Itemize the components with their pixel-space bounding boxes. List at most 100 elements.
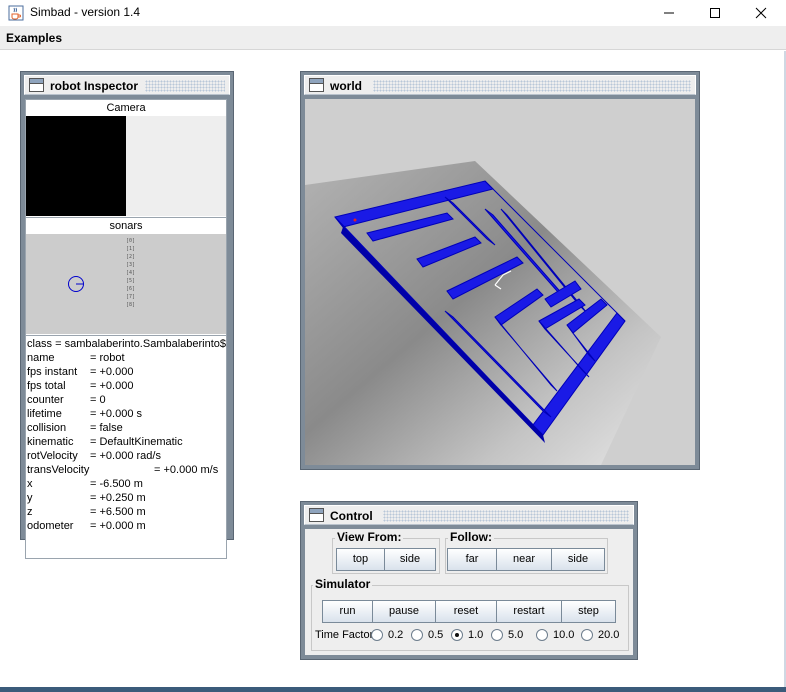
titlebar-grip (373, 80, 691, 92)
property-row: odometer = +0.000 m (26, 519, 226, 533)
sonar-channel-label: [3] (126, 262, 136, 268)
sonar-channel-label: [5] (126, 278, 136, 284)
step-button[interactable]: step (561, 600, 616, 623)
frame-icon (309, 508, 324, 522)
property-value: = +0.000 rad/s (90, 450, 161, 462)
close-icon (755, 7, 767, 19)
property-key: counter (27, 394, 64, 406)
robot-inspector-titlebar[interactable]: robot Inspector (24, 75, 230, 95)
time-factor-radio[interactable] (371, 629, 383, 641)
pause-button[interactable]: pause (372, 600, 436, 623)
menu-examples[interactable]: Examples (6, 31, 62, 45)
property-value: = +0.000 m/s (154, 464, 219, 476)
follow-side-button[interactable]: side (551, 548, 605, 571)
time-factor-label: Time Factor (315, 629, 374, 641)
property-value: = +0.000 (90, 380, 134, 392)
view-top-button[interactable]: top (336, 548, 385, 571)
property-value: = +0.250 m (90, 492, 146, 504)
close-button[interactable] (738, 0, 784, 26)
world-frame[interactable]: world (300, 71, 700, 470)
property-key: y (27, 492, 33, 504)
sonars-view: [0] [1] [2] [3] [4] [5] [6] [7] [8] (26, 234, 226, 334)
window-title: Simbad - version 1.4 (30, 5, 141, 19)
time-factor-radio[interactable] (411, 629, 423, 641)
property-key: transVelocity (27, 464, 90, 476)
world-3d-view[interactable] (305, 99, 695, 465)
reset-button[interactable]: reset (435, 600, 497, 623)
property-key: collision (27, 422, 67, 434)
property-key: fps instant (27, 366, 78, 378)
maximize-button[interactable] (692, 0, 738, 26)
sonar-channel-label: [0] (126, 238, 136, 244)
follow-near-button[interactable]: near (496, 548, 552, 571)
property-key: lifetime (27, 408, 62, 420)
time-factor-value: 10.0 (553, 629, 575, 641)
sonar-channel-label: [7] (126, 294, 136, 300)
time-factor-value: 1.0 (468, 629, 484, 641)
property-value: = false (90, 422, 123, 434)
view-from-label: View From: (335, 530, 404, 544)
property-value: = 0 (90, 394, 106, 406)
window-titlebar: Simbad - version 1.4 (0, 0, 786, 26)
property-key: x (27, 478, 33, 490)
robot-inspector-frame[interactable]: robot Inspector Camera sonars [0] [1] [2][… (20, 71, 234, 559)
property-row: x = -6.500 m (26, 477, 226, 491)
property-row: transVelocity = +0.000 m/s (26, 463, 226, 477)
robot-properties: class = sambalaberinto.Sambalaberinto$R n… (26, 337, 226, 533)
sonar-channel-list: [0] [1] [2] [3] [4] [5] [6] [7] [8] (126, 237, 135, 309)
control-titlebar[interactable]: Control (304, 505, 634, 525)
property-row: kinematic = DefaultKinematic (26, 435, 226, 449)
sonar-channel-label: [8] (126, 302, 136, 308)
property-value: = +0.000 m (90, 520, 146, 532)
property-key: name (27, 352, 55, 364)
time-factor-value: 0.2 (388, 629, 404, 641)
sonar-channel-label: [4] (126, 270, 136, 276)
robot-inspector-title: robot Inspector (50, 79, 139, 93)
property-key: kinematic (27, 436, 74, 448)
camera-side-panel (126, 116, 226, 216)
sonar-channel-label: [2] (126, 254, 136, 260)
java-cup-icon (8, 5, 24, 21)
time-factor-value: 0.5 (428, 629, 444, 641)
camera-label: Camera (26, 100, 226, 116)
property-row: lifetime = +0.000 s (26, 407, 226, 421)
property-row: collision = false (26, 421, 226, 435)
sonar-channel-label: [1] (126, 246, 136, 252)
time-factor-radio[interactable] (581, 629, 593, 641)
time-factor-radio[interactable] (491, 629, 503, 641)
property-key: z (27, 506, 33, 518)
time-factor-radio[interactable] (451, 629, 463, 641)
maze-scene (305, 99, 695, 465)
minimize-icon (664, 12, 674, 14)
frame-icon (309, 78, 324, 92)
property-value: = robot (90, 352, 125, 364)
property-row: y = +0.250 m (26, 491, 226, 505)
frame-icon (29, 78, 44, 92)
property-key: class = sambalaberinto.Sambalaberinto$R (27, 338, 226, 350)
simulator-label: Simulator (313, 577, 373, 591)
property-value: = DefaultKinematic (90, 436, 183, 448)
menu-bar: Examples (0, 26, 786, 50)
follow-label: Follow: (448, 530, 494, 544)
minimize-button[interactable] (646, 0, 692, 26)
property-value: = +6.500 m (90, 506, 146, 518)
property-row: z = +6.500 m (26, 505, 226, 519)
sonars-label: sonars (26, 218, 226, 234)
property-row: counter = 0 (26, 393, 226, 407)
world-titlebar[interactable]: world (304, 75, 696, 95)
control-frame[interactable]: Control View From: top side Follow: far … (300, 501, 638, 660)
view-side-button[interactable]: side (384, 548, 436, 571)
property-key: odometer (27, 520, 74, 532)
control-title: Control (330, 509, 373, 523)
world-title: world (330, 79, 362, 93)
time-factor-value: 5.0 (508, 629, 524, 641)
restart-button[interactable]: restart (496, 600, 562, 623)
start-marker (353, 218, 357, 222)
property-key: fps total (27, 380, 66, 392)
time-factor-radio[interactable] (536, 629, 548, 641)
sonar-channel-label: [6] (126, 286, 136, 292)
follow-far-button[interactable]: far (447, 548, 497, 571)
window-bottom-border (0, 687, 786, 692)
titlebar-grip (145, 80, 225, 92)
run-button[interactable]: run (322, 600, 373, 623)
